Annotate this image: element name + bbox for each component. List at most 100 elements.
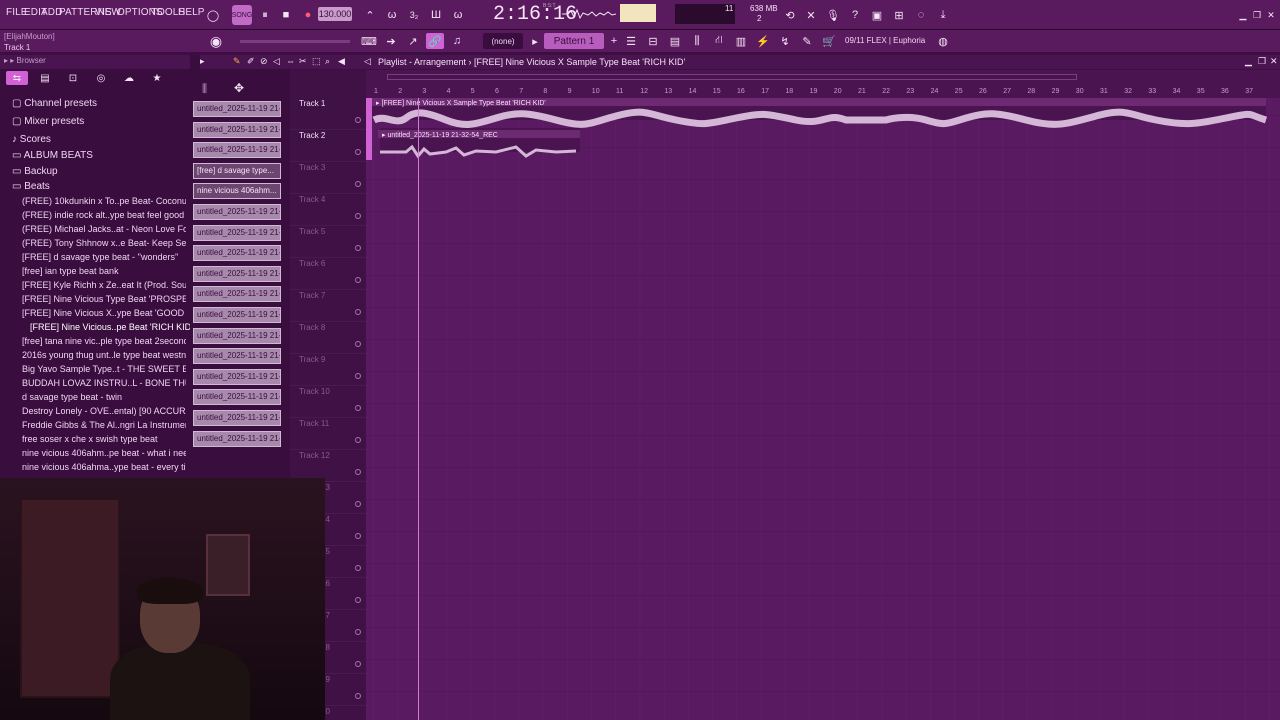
close-icon[interactable]: ✕ bbox=[1261, 5, 1280, 25]
track-header[interactable]: Track 9 bbox=[290, 354, 366, 386]
track-header[interactable]: Track 6 bbox=[290, 258, 366, 290]
browser-file-item[interactable]: [FREE] d savage type beat - ''wonders'' bbox=[22, 252, 186, 262]
pitch-knob-icon[interactable]: ◉ bbox=[207, 33, 225, 49]
microphone-icon[interactable]: 🎙 bbox=[823, 5, 843, 25]
track-header[interactable]: Track 11 bbox=[290, 418, 366, 450]
picker-clip[interactable]: untitled_2025-11-19 21-... bbox=[193, 286, 281, 303]
browser-file-item[interactable]: Freddie Gibbs & The Al..ngri La Instrume… bbox=[22, 420, 186, 430]
picker-clip[interactable]: untitled_2025-11-19 21-... bbox=[193, 368, 281, 385]
browser-file-item[interactable]: [FREE] Nine Vicious..pe Beat 'RICH KID' … bbox=[30, 322, 194, 333]
news-ticker[interactable]: 09/11 FLEX | Euphoria bbox=[845, 36, 925, 45]
picker-clip[interactable]: untitled_2025-11-19 21-... bbox=[193, 410, 281, 426]
piano-roll-icon[interactable]: ▤ bbox=[666, 33, 684, 49]
save-icon[interactable]: ▣ bbox=[867, 5, 887, 25]
track-mute-button[interactable] bbox=[355, 565, 361, 571]
stop-icon[interactable]: ■ bbox=[276, 5, 296, 25]
browser-file-item[interactable]: 2016s young thug unt..le type beat westn… bbox=[22, 350, 186, 360]
track-mute-button[interactable] bbox=[355, 213, 361, 219]
slip-tool-icon[interactable]: ⇔ bbox=[286, 56, 295, 66]
clip-1-label[interactable]: ▸ [FREE] Nine Vicious X Sample Type Beat… bbox=[376, 99, 546, 107]
browser-folder[interactable]: ▢ Mixer presets bbox=[12, 116, 84, 127]
track-mute-button[interactable] bbox=[355, 597, 361, 603]
paint-tool-icon[interactable]: ✐ bbox=[247, 56, 255, 67]
picker-clip[interactable]: untitled_2025-11-19 21-... bbox=[193, 265, 281, 282]
playlist-icon[interactable]: ☰ bbox=[622, 33, 640, 49]
cart-icon[interactable]: 🛒 bbox=[820, 33, 838, 49]
countdown-icon[interactable]: 3₂ bbox=[404, 5, 424, 25]
browser-folder[interactable]: ▭ ALBUM BEATS bbox=[12, 150, 93, 161]
plugin-icon[interactable]: ⚡ bbox=[754, 33, 772, 49]
zoom-tool-icon[interactable]: ⌕ bbox=[325, 56, 330, 67]
track-header[interactable]: 19 bbox=[321, 674, 366, 706]
browser-tab-cloud[interactable]: ☁ bbox=[118, 71, 140, 85]
routing-icon[interactable]: ⛙ bbox=[710, 33, 728, 49]
bell-icon[interactable]: ♫ bbox=[448, 33, 466, 49]
overview-scrollbar[interactable] bbox=[387, 74, 1077, 80]
delete-tool-icon[interactable]: ⊘ bbox=[260, 56, 268, 67]
mixer-faders-icon[interactable]: ⫼ bbox=[688, 33, 706, 49]
step-edit-icon[interactable]: Ш bbox=[426, 5, 446, 25]
picker-clip[interactable]: untitled_2025-11-19 21-... bbox=[193, 348, 281, 365]
pause-icon[interactable]: ⏸ bbox=[255, 5, 275, 25]
track-mute-button[interactable] bbox=[355, 117, 361, 123]
tools-icon[interactable]: ✕ bbox=[801, 5, 821, 25]
globe-icon[interactable]: ◍ bbox=[934, 33, 952, 49]
track-header[interactable]: 16 bbox=[321, 578, 366, 610]
track-header[interactable]: Track 1 bbox=[290, 98, 366, 130]
track-header[interactable]: 15 bbox=[321, 546, 366, 578]
picker-clip[interactable]: untitled_2025-11-19 21-... bbox=[193, 389, 281, 406]
track-mute-button[interactable] bbox=[355, 629, 361, 635]
browser-tab-all[interactable]: ⇆ bbox=[6, 71, 28, 85]
loop-record-icon[interactable]: ω bbox=[448, 5, 468, 25]
channel-rack-icon[interactable]: ⊟ bbox=[644, 33, 662, 49]
picker-clip[interactable]: nine vicious 406ahm...✚ bbox=[193, 183, 281, 200]
browser-file-item[interactable]: nine vicious 406ahm..pe beat - what i ne… bbox=[22, 448, 186, 458]
picker-clip[interactable]: untitled_2025-11-19 21-... bbox=[193, 101, 281, 117]
picker-clip[interactable]: untitled_2025-11-19 21-... bbox=[193, 307, 281, 323]
picker-clip[interactable]: [free] d savage type...✚ bbox=[193, 162, 281, 179]
chat-icon[interactable]: ◌ bbox=[911, 5, 931, 25]
track-header[interactable]: Track 7 bbox=[290, 290, 366, 322]
picker-clip[interactable]: untitled_2025-11-19 21-... bbox=[193, 204, 281, 220]
timeline-ruler[interactable]: 1 2 3 4 5 6 7 8 9 10 11 12 13 14 15 16 17 18 19 20 21 22 23 24 2… bbox=[366, 84, 1280, 98]
tempo-tap-icon[interactable]: ↯ bbox=[776, 33, 794, 49]
playhead[interactable] bbox=[418, 98, 419, 720]
picker-clip[interactable]: untitled_2025-11-19 21-... bbox=[193, 327, 281, 344]
record-icon[interactable]: ● bbox=[298, 5, 318, 25]
wait-input-icon[interactable]: ω bbox=[382, 5, 402, 25]
browser-file-item[interactable]: d savage type beat - twin bbox=[22, 392, 186, 402]
track-mute-button[interactable] bbox=[355, 373, 361, 379]
track-header[interactable]: 14 bbox=[321, 514, 366, 546]
playlist-menu-icon[interactable]: ▸ bbox=[200, 56, 205, 67]
download-icon[interactable]: ⤓ bbox=[933, 5, 953, 25]
track-header[interactable]: 13 bbox=[321, 482, 366, 514]
mixer-icon[interactable]: ⊞ bbox=[889, 5, 909, 25]
draw-tool-icon[interactable]: ✎ bbox=[233, 56, 241, 67]
tempo-display[interactable]: 130.000 bbox=[318, 7, 352, 21]
track-mute-button[interactable] bbox=[355, 533, 361, 539]
playlist-grid[interactable]: ▸ [FREE] Nine Vicious X Sample Type Beat… bbox=[366, 84, 1280, 720]
browser-icon[interactable]: ▥ bbox=[732, 33, 750, 49]
keyboard-icon[interactable]: ⌨ bbox=[360, 33, 378, 49]
help-icon[interactable]: ? bbox=[845, 5, 865, 25]
clip-2-label[interactable]: ▸ untitled_2025-11-19 21-32-54_REC bbox=[382, 131, 498, 139]
browser-file-item[interactable]: free soser x che x swish type beat bbox=[22, 434, 186, 444]
picker-toggle-icon[interactable]: ⫼ bbox=[202, 83, 207, 96]
track-header[interactable]: Track 2 bbox=[290, 130, 366, 162]
arrow-icon[interactable]: ➔ bbox=[382, 33, 400, 49]
browser-file-item[interactable]: Destroy Lonely - OVE..ental) [90 ACCURAT… bbox=[22, 406, 186, 416]
track-mute-button[interactable] bbox=[355, 277, 361, 283]
picker-move-icon[interactable]: ✥ bbox=[234, 81, 244, 95]
arrow-right-icon[interactable]: ▸ bbox=[526, 33, 544, 49]
track-mute-button[interactable] bbox=[355, 149, 361, 155]
browser-file-item[interactable]: (FREE) Michael Jacks..at - Neon Love For… bbox=[22, 224, 186, 234]
browser-folder[interactable]: ▢ Channel presets bbox=[12, 98, 97, 109]
track-header[interactable]: 20 bbox=[321, 706, 366, 720]
track-header[interactable]: Track 8 bbox=[290, 322, 366, 354]
browser-folder[interactable]: ▭ Backup bbox=[12, 166, 58, 177]
slice-tool-icon[interactable]: ✂ bbox=[299, 56, 307, 67]
browser-file-item[interactable]: (FREE) 10kdunkin x To..pe Beat- Coconut … bbox=[22, 196, 186, 206]
undo-history-icon[interactable]: ⟲ bbox=[780, 5, 800, 25]
pattern-selector[interactable]: Pattern 1 bbox=[544, 33, 604, 49]
browser-tab-favorites[interactable]: ★ bbox=[146, 71, 168, 85]
